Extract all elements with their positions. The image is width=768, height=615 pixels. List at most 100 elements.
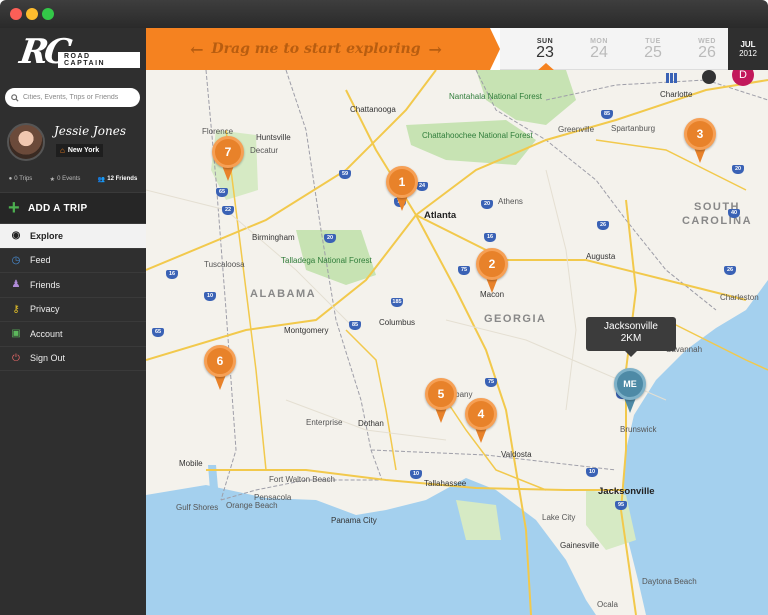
city-label: Valdosta [501, 450, 532, 459]
highway-shield: 65 [152, 328, 164, 337]
notification-bell-icon[interactable] [702, 70, 716, 84]
search-icon [11, 93, 19, 102]
nav-item-explore[interactable]: ◉ Explore [0, 224, 146, 249]
arrow-right-icon: → [428, 39, 442, 59]
nav-item-label: Account [30, 328, 63, 339]
highway-shield: 26 [724, 266, 736, 275]
nav-item-label: Sign Out [30, 353, 66, 364]
highway-shield: 95 [615, 501, 627, 510]
drag-bar-content: ← Drag me to start exploring → [146, 28, 486, 70]
trips-count: 0 Trips [14, 176, 33, 182]
nav-item-friends[interactable]: ♟ Friends [0, 273, 146, 298]
state-label-alabama: ALABAMA [250, 288, 317, 300]
location-icon: ● [8, 176, 13, 182]
city-label: Charlotte [660, 90, 693, 99]
sidebar: RC ROAD CAPTAIN Jessie Jones ⌂ New York … [0, 28, 146, 615]
map-pin-2[interactable]: 2 [476, 248, 508, 294]
nav-item-sign-out[interactable]: ⏻ Sign Out [0, 347, 146, 371]
city-label: Chattanooga [350, 105, 396, 114]
month-box[interactable]: JUL 2012 [728, 28, 768, 70]
map-pin-1[interactable]: 1 [386, 166, 418, 212]
city-label-atlanta: Atlanta [424, 210, 457, 221]
app-logo[interactable]: RC ROAD CAPTAIN [17, 32, 140, 84]
people-icon: 👥 [97, 176, 106, 183]
people-icon: ♟ [11, 279, 21, 291]
city-label-jacksonville: Jacksonville [598, 486, 655, 497]
map-pin-7[interactable]: 7 [212, 136, 244, 182]
drag-explore-bar[interactable]: ← Drag me to start exploring → [146, 28, 500, 70]
add-trip-button[interactable]: + ADD A TRIP [0, 192, 146, 224]
pin-number: 1 [386, 166, 418, 198]
grid-view-icon[interactable] [666, 73, 678, 83]
profile-city: ⌂ New York [56, 144, 104, 157]
date-item-mon[interactable]: MON 24 [579, 38, 619, 61]
city-label: Ocala [597, 600, 618, 609]
map-view[interactable]: ALABAMA GEORGIA SOUTH CAROLINA Atlanta J… [146, 70, 768, 615]
pin-number: 4 [465, 398, 497, 430]
city-label: Fort Walton Beach [269, 475, 335, 484]
map-pin-6[interactable]: 6 [204, 345, 236, 391]
my-location-pin[interactable]: ME [614, 368, 646, 414]
city-label: Montgomery [284, 326, 329, 335]
map-pin-4[interactable]: 4 [465, 398, 497, 444]
nav-item-privacy[interactable]: ⚷ Privacy [0, 298, 146, 322]
date-item-wed[interactable]: WED 26 [687, 38, 727, 61]
city-label: Charleston [720, 293, 759, 302]
park-label: Nantahala National Forest [449, 92, 542, 101]
eye-icon: ◉ [11, 230, 21, 242]
profile-city-label: New York [67, 147, 100, 154]
tooltip-distance: 2KM [620, 333, 642, 344]
friends-stat[interactable]: 👥 12 Friends [98, 176, 138, 183]
map-pin-3[interactable]: 3 [684, 118, 716, 164]
date-number: 26 [698, 44, 716, 61]
close-window-button[interactable] [10, 8, 22, 20]
window-titlebar [0, 0, 768, 28]
events-stat[interactable]: ★ 0 Events [50, 176, 81, 183]
nav-item-feed[interactable]: ◷ Feed [0, 249, 146, 273]
tooltip-city: Jacksonville [604, 321, 658, 332]
pin-number: 5 [425, 378, 457, 410]
city-label: Florence [202, 127, 234, 136]
date-number: 25 [644, 44, 662, 61]
key-icon: ⚷ [12, 303, 20, 315]
trips-stat[interactable]: ● 0 Trips [9, 176, 33, 182]
nav-item-account[interactable]: ▣ Account [0, 322, 146, 347]
pin-number: 2 [476, 248, 508, 280]
drag-bar-label: Drag me to start exploring [211, 41, 421, 57]
avatar[interactable] [7, 123, 45, 161]
date-item-tue[interactable]: TUE 25 [633, 38, 673, 61]
city-label: Athens [498, 197, 523, 206]
main-nav: ◉ Explore ◷ Feed ♟ Friends ⚷ Privacy ▣ A… [0, 224, 146, 371]
nav-item-label: Friends [30, 279, 61, 290]
nav-item-label: Explore [30, 230, 64, 241]
highway-shield: 16 [166, 270, 178, 279]
park-label: Talladega National Forest [281, 256, 372, 265]
search-input[interactable] [22, 94, 140, 101]
my-location-label: ME [614, 368, 646, 400]
date-number: 24 [590, 44, 608, 61]
highway-shield: 10 [586, 468, 598, 477]
maximize-window-button[interactable] [42, 8, 54, 20]
city-label: Columbus [379, 318, 416, 327]
highway-shield: 65 [216, 188, 228, 197]
search-bar[interactable] [5, 88, 140, 107]
logo-text: ROAD CAPTAIN [58, 52, 140, 68]
pin-number: 3 [684, 118, 716, 150]
highway-shield: 75 [458, 266, 470, 275]
profile-name: Jessie Jones [54, 124, 127, 138]
clock-icon: ◷ [11, 254, 21, 266]
map-pin-5[interactable]: 5 [425, 378, 457, 424]
highway-shield: 85 [601, 110, 613, 119]
city-label: Lake City [542, 513, 576, 522]
city-label: Spartanburg [611, 124, 656, 133]
city-label: Brunswick [620, 425, 657, 434]
highway-shield: 26 [597, 221, 609, 230]
date-item-sun[interactable]: SUN 23 [525, 38, 565, 61]
add-trip-label: ADD A TRIP [27, 202, 88, 214]
city-label: Enterprise [306, 418, 343, 427]
city-label: Birmingham [252, 233, 295, 242]
year-label: 2012 [739, 49, 757, 58]
friends-count: 12 Friends [107, 176, 138, 182]
minimize-window-button[interactable] [26, 8, 38, 20]
star-icon: ★ [49, 176, 56, 183]
